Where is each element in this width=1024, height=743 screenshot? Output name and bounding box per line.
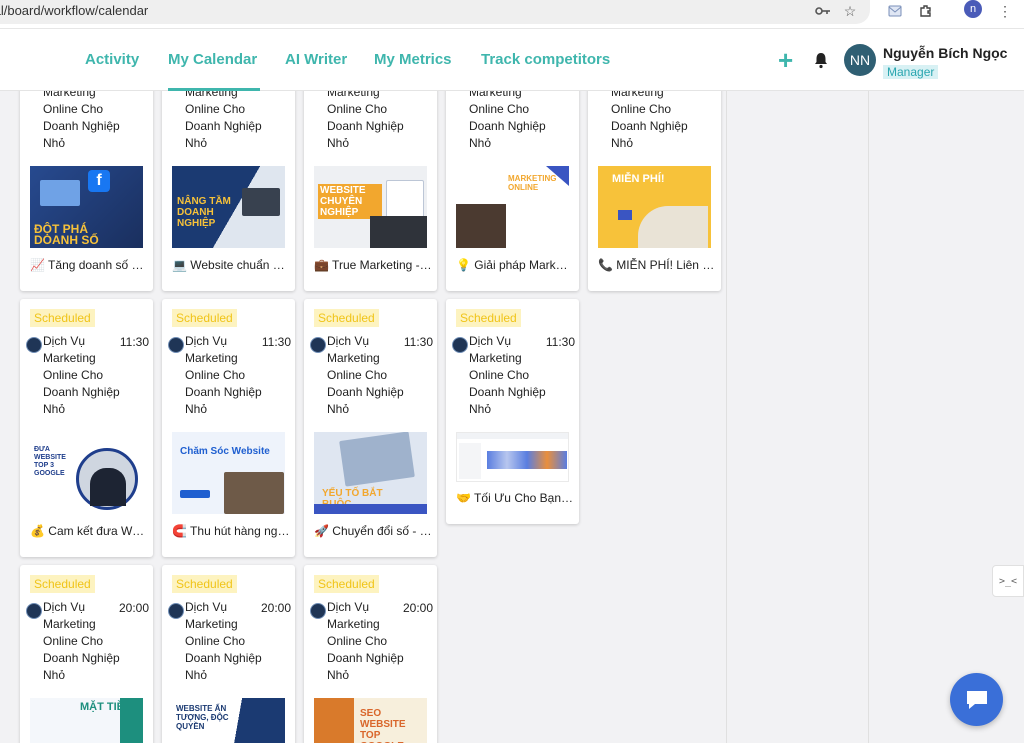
star-icon[interactable]: ☆ (841, 2, 859, 20)
post-card[interactable]: Marketing Online Cho Doanh Nghiệp Nhỏ MARKE… (446, 91, 579, 291)
facebook-icon: f (88, 170, 110, 192)
post-card[interactable]: Scheduled 20:00 Dịch Vụ Marketing Online C… (162, 565, 295, 743)
chat-button[interactable] (950, 673, 1003, 726)
post-description: Marketing Online Cho Doanh Nghiệp Nhỏ (43, 91, 120, 150)
column-divider (726, 91, 727, 743)
brand-logo-icon (452, 337, 468, 353)
calendar-grid: Marketing Online Cho Doanh Nghiệp Nhỏ f ĐỘT… (0, 91, 1024, 743)
status-badge: Scheduled (172, 575, 237, 593)
post-card[interactable]: Scheduled 11:30 Dịch Vụ Marketing Online C… (446, 299, 579, 524)
status-badge: Scheduled (30, 309, 95, 327)
brand-logo-icon (168, 603, 184, 619)
puzzle-icon[interactable] (917, 2, 935, 20)
post-caption: 💻 Website chuẩn SE... (172, 258, 290, 272)
avatar[interactable]: NN (844, 44, 876, 76)
menu-kebab-icon[interactable]: ⋮ (996, 2, 1014, 20)
brand-logo-icon (168, 337, 184, 353)
post-card[interactable]: Marketing Online Cho Doanh Nghiệp Nhỏ WEBSI… (304, 91, 437, 291)
post-card[interactable]: Scheduled 11:30 Dịch Vụ Marketing Online C… (162, 299, 295, 557)
column-divider (868, 91, 869, 743)
post-description: Marketing Online Cho Doanh Nghiệp Nhỏ (327, 91, 404, 150)
post-thumbnail: SEO WEBSITE TOP GOOGLE (314, 698, 427, 743)
post-time: 11:30 (119, 335, 149, 349)
post-time: 11:30 (403, 335, 433, 349)
post-description: Dịch Vụ Marketing Online Cho Doanh Nghiệp Nh… (327, 600, 404, 682)
post-description: Marketing Online Cho Doanh Nghiệp Nhỏ (611, 91, 688, 150)
status-badge: Scheduled (456, 309, 521, 327)
post-thumbnail: NÂNG TẦM DOANH NGHIỆP (172, 166, 285, 248)
post-caption: 🚀 Chuyển đổi số - X... (314, 524, 432, 538)
status-badge: Scheduled (30, 575, 95, 593)
brand-logo-icon (310, 337, 326, 353)
post-thumbnail: MẶT TIỀN (30, 698, 143, 743)
side-panel-toggle[interactable]: >_< (992, 565, 1024, 597)
brand-logo-icon (26, 337, 42, 353)
post-card[interactable]: Scheduled 20:00 Dịch Vụ Marketing Online C… (20, 565, 153, 743)
post-caption: 💡 Giải pháp Marketi... (456, 258, 574, 272)
post-description: Marketing Online Cho Doanh Nghiệp Nhỏ (469, 91, 546, 150)
post-description: Dịch Vụ Marketing Online Cho Doanh Nghiệp Nh… (185, 600, 262, 682)
nav-activity[interactable]: Activity (85, 51, 139, 68)
post-description: Marketing Online Cho Doanh Nghiệp Nhỏ (185, 91, 262, 150)
browser-profile-avatar[interactable]: n (964, 0, 982, 18)
brand-logo-icon (310, 603, 326, 619)
post-description: Dịch Vụ Marketing Online Cho Doanh Nghiệp Nh… (327, 334, 404, 416)
post-description: Dịch Vụ Marketing Online Cho Doanh Nghiệp Nh… (185, 334, 262, 416)
address-bar[interactable]: tal/board/workflow/calendar (0, 0, 870, 24)
post-card[interactable]: Scheduled 11:30 Dịch Vụ Marketing Online C… (304, 299, 437, 557)
nav-my-metrics[interactable]: My Metrics (374, 51, 452, 68)
browser-toolbar: tal/board/workflow/calendar ☆ n ⋮ (0, 0, 1024, 29)
post-description: Dịch Vụ Marketing Online Cho Doanh Nghiệp Nh… (43, 334, 120, 416)
post-thumbnail: WEBSITE CHUYÊN NGHIỆP (314, 166, 427, 248)
user-name: Nguyễn Bích Ngọc (883, 45, 1008, 61)
post-card[interactable]: Marketing Online Cho Doanh Nghiệp Nhỏ NÂNG … (162, 91, 295, 291)
nav-ai-writer[interactable]: AI Writer (285, 51, 347, 68)
post-caption: 📞 MIỄN PHÍ! Liên h... (598, 258, 716, 272)
status-badge: Scheduled (314, 575, 379, 593)
post-thumbnail: MIỄN PHÍ! (598, 166, 711, 248)
post-caption: 💰 Cam kết đưa Web... (30, 524, 148, 538)
extension-mail-icon[interactable] (886, 2, 904, 20)
status-badge: Scheduled (172, 309, 237, 327)
post-time: 11:30 (545, 335, 575, 349)
url-text: tal/board/workflow/calendar (0, 3, 149, 18)
app-header: Activity My Calendar AI Writer My Metric… (0, 29, 1024, 91)
bell-icon[interactable] (812, 51, 830, 69)
post-description: Dịch Vụ Marketing Online Cho Doanh Nghiệp Nh… (469, 334, 546, 416)
post-thumbnail: ĐƯA WEBSITE TOP 3 GOOGLE (30, 432, 143, 514)
post-time: 11:30 (261, 335, 291, 349)
status-badge: Scheduled (314, 309, 379, 327)
nav-track-competitors[interactable]: Track competitors (481, 51, 610, 68)
nav-my-calendar[interactable]: My Calendar (168, 51, 257, 68)
post-thumbnail: f ĐỘT PHÁ DOANH SỐ (30, 166, 143, 248)
post-caption: 📈 Tăng doanh số độ... (30, 258, 148, 272)
post-thumbnail: Chăm Sóc Website (172, 432, 285, 514)
post-description: Dịch Vụ Marketing Online Cho Doanh Nghiệp Nh… (43, 600, 120, 682)
post-card[interactable]: Scheduled 11:30 Dịch Vụ Marketing Online C… (20, 299, 153, 557)
post-card[interactable]: Marketing Online Cho Doanh Nghiệp Nhỏ f ĐỘT… (20, 91, 153, 291)
post-caption: 💼 True Marketing - K... (314, 258, 432, 272)
post-time: 20:00 (260, 601, 291, 615)
post-thumbnail: MARKETING ONLINE (456, 166, 569, 248)
brand-logo-icon (26, 603, 42, 619)
chat-bubble-icon (966, 690, 987, 709)
post-thumbnail: WEBSITE ẤN TƯỢNG, ĐỘC QUYỀN (172, 698, 285, 743)
post-time: 20:00 (118, 601, 149, 615)
post-card[interactable]: Scheduled 20:00 Dịch Vụ Marketing Online C… (304, 565, 437, 743)
post-card[interactable]: Marketing Online Cho Doanh Nghiệp Nhỏ MIỄN … (588, 91, 721, 291)
add-button[interactable]: + (778, 47, 793, 73)
key-icon[interactable] (814, 2, 832, 20)
post-thumbnail (456, 432, 569, 482)
post-thumbnail: YẾU TỐ BẮT BUỘC (314, 432, 427, 514)
user-role-badge: Manager (883, 65, 939, 79)
post-caption: 🧲 Thu hút hàng ngà... (172, 524, 290, 538)
post-caption: 🤝 Tối Ưu Cho Bạn - ... (456, 491, 574, 505)
post-time: 20:00 (402, 601, 433, 615)
